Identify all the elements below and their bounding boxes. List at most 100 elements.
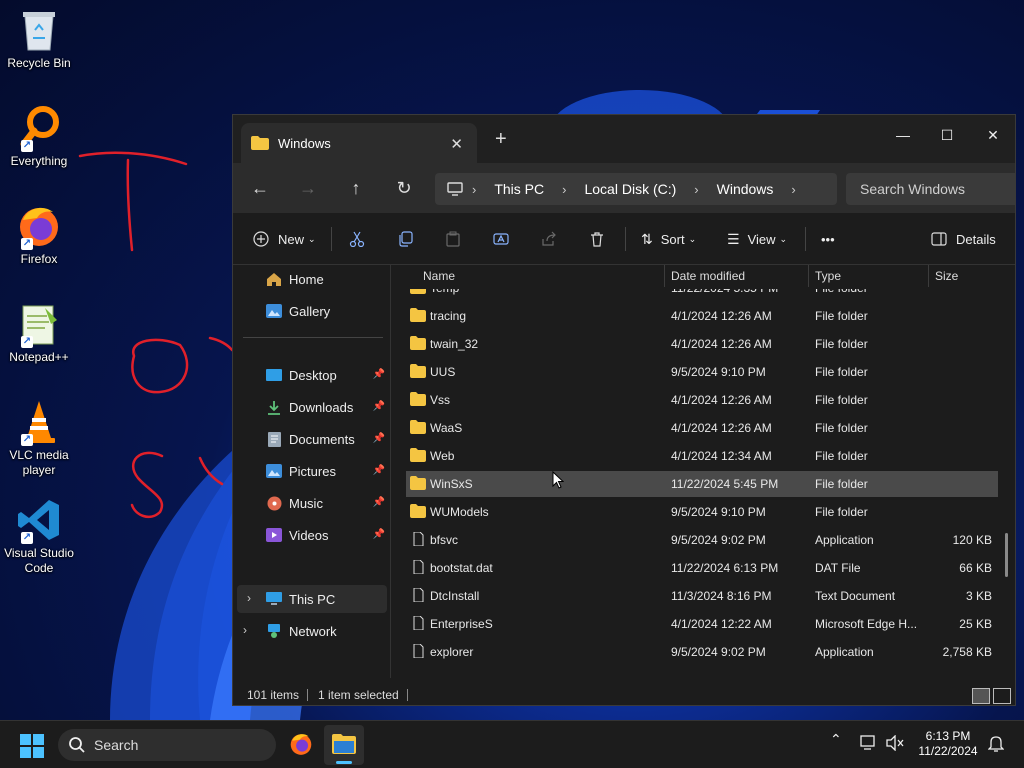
notification-bell-icon[interactable] [987,735,1005,756]
close-tab-button[interactable]: ✕ [450,135,463,153]
desktop-icon-everything[interactable]: ↗ Everything [2,104,76,169]
file-date: 9/5/2024 9:10 PM [671,505,766,519]
table-row[interactable]: tracing 4/1/2024 12:26 AM File folder [406,303,998,329]
taskbar-search-box[interactable]: Search [58,729,276,761]
file-date: 11/22/2024 6:13 PM [671,561,779,575]
table-row[interactable]: Vss 4/1/2024 12:26 AM File folder [406,387,998,413]
pictures-icon [265,463,283,479]
breadcrumb-windows[interactable]: Windows [717,181,774,197]
nav-item-gallery[interactable]: Gallery [233,297,389,325]
forward-arrow-icon[interactable]: → [295,175,321,201]
table-row[interactable]: bfsvc 9/5/2024 9:02 PM Application 120 KB [406,527,998,553]
nav-item-downloads[interactable]: Downloads 📌 [233,393,389,421]
column-date-modified[interactable]: Date modified [671,269,745,283]
table-row[interactable]: DtcInstall 11/3/2024 8:16 PM Text Document… [406,583,998,609]
cut-button[interactable] [349,227,365,251]
nav-item-label: Network [289,623,337,639]
nav-item-music[interactable]: Music 📌 [233,489,389,517]
minimize-button[interactable]: — [881,121,925,151]
column-type[interactable]: Type [815,269,841,283]
rename-button[interactable] [493,227,509,251]
table-row[interactable]: WaaS 4/1/2024 12:26 AM File folder [406,415,998,441]
back-arrow-icon[interactable]: ← [247,175,273,201]
desktop-icon-vlc[interactable]: ↗ VLC media player [2,398,76,478]
more-options-button[interactable]: ••• [821,227,835,251]
close-window-button[interactable]: ✕ [971,121,1015,151]
desktop-icon-vscode[interactable]: ↗ Visual Studio Code [2,496,76,576]
nav-item-documents[interactable]: Documents 📌 [233,425,389,453]
nav-item-desktop[interactable]: Desktop 📌 [233,361,389,389]
column-name[interactable]: Name [423,269,455,283]
maximize-button[interactable]: ☐ [925,121,969,151]
folder-icon [332,734,356,754]
nav-item-home[interactable]: Home [233,265,389,293]
nav-item-pictures[interactable]: Pictures 📌 [233,457,389,485]
table-row[interactable]: Web 4/1/2024 12:34 AM File folder [406,443,998,469]
column-size[interactable]: Size [935,269,958,283]
toolbar-divider [625,227,626,251]
nav-item-network[interactable]: › Network [233,617,389,645]
network-icon [265,623,283,639]
tiles-view-icon[interactable] [993,688,1011,704]
volume-muted-icon[interactable] [886,734,904,754]
breadcrumb-this-pc[interactable]: This PC [494,181,544,197]
table-row[interactable]: WinSxS 11/22/2024 5:45 PM File folder [406,471,998,497]
start-button[interactable] [20,734,44,761]
file-type: File folder [815,449,868,463]
table-row[interactable]: EnterpriseS 4/1/2024 12:22 AM Microsoft Ed… [406,611,998,637]
more-dots-icon: ••• [821,231,835,247]
nav-item-label: Downloads [289,399,354,415]
chevron-right-icon[interactable]: › [243,623,247,637]
desktop-icon-notepad-plus-plus[interactable]: ↗ Notepad++ [2,300,76,365]
file-name: Vss [430,393,451,407]
red-annotation-drawing [78,151,234,519]
tab-windows[interactable]: Windows ✕ [241,123,477,163]
file-type: File folder [815,337,868,351]
new-button[interactable]: New ⌄ [253,227,316,251]
column-divider[interactable] [664,265,665,287]
nav-item-videos[interactable]: Videos 📌 [233,521,389,549]
table-row[interactable]: UUS 9/5/2024 9:10 PM File folder [406,359,998,385]
details-view-icon[interactable] [972,688,990,704]
taskbar-file-explorer-button[interactable] [324,725,364,765]
desktop-icon-firefox[interactable]: ↗ Firefox [2,202,76,267]
file-name: EnterpriseS [430,617,493,631]
title-bar[interactable]: Windows ✕ + — ☐ ✕ [233,115,1015,163]
table-row[interactable]: bootstat.dat 11/22/2024 6:13 PM DAT File 66… [406,555,998,581]
sort-button[interactable]: ⇅ Sort ⌄ [641,227,696,251]
chevron-up-icon[interactable]: ⌃ [830,731,842,748]
paste-button[interactable] [445,227,461,251]
folder-icon [410,504,426,518]
new-tab-button[interactable]: + [495,129,507,149]
search-input[interactable]: Search Windows [846,173,1016,205]
breadcrumb-local-disk[interactable]: Local Disk (C:) [584,181,676,197]
notepad-plus-plus-icon: ↗ [15,300,63,348]
nav-item-this-pc[interactable]: › This PC [237,585,387,613]
copy-button[interactable] [397,227,413,251]
table-row[interactable]: explorer 9/5/2024 9:02 PM Application 2,758… [406,639,998,665]
windows-logo-icon [20,734,44,758]
table-row[interactable]: WUModels 9/5/2024 9:10 PM File folder [406,499,998,525]
details-pane-button[interactable]: Details [931,227,996,251]
chevron-right-icon[interactable]: › [791,182,795,197]
share-button[interactable] [541,227,557,251]
command-bar: New ⌄ ⇅ Sort ⌄ ☰ View ⌄ ••• Details [233,213,1015,265]
navigation-bar: ← → ↑ ↻ › This PC › Local Disk (C:) › Wi… [233,163,1016,213]
nav-item-label: Videos [289,527,329,543]
desktop-icon-recycle-bin[interactable]: Recycle Bin [2,6,76,71]
column-divider[interactable] [928,265,929,287]
network-tray-icon[interactable] [860,735,878,754]
delete-button[interactable] [589,227,605,251]
file-size: 120 KB [952,533,992,547]
view-button[interactable]: ☰ View ⌄ [727,227,787,251]
up-arrow-icon[interactable]: ↑ [343,175,369,201]
system-clock[interactable]: 6:13 PM 11/22/2024 [912,729,984,759]
address-bar[interactable]: › This PC › Local Disk (C:) › Windows › [435,173,837,205]
table-row[interactable]: twain_32 4/1/2024 12:26 AM File folder [406,331,998,357]
taskbar-firefox-button[interactable] [288,731,314,760]
desktop-icon-label: Firefox [20,252,58,266]
refresh-icon[interactable]: ↻ [391,175,417,201]
vertical-scrollbar[interactable] [1005,533,1008,577]
column-divider[interactable] [808,265,809,287]
chevron-right-icon[interactable]: › [247,591,251,605]
